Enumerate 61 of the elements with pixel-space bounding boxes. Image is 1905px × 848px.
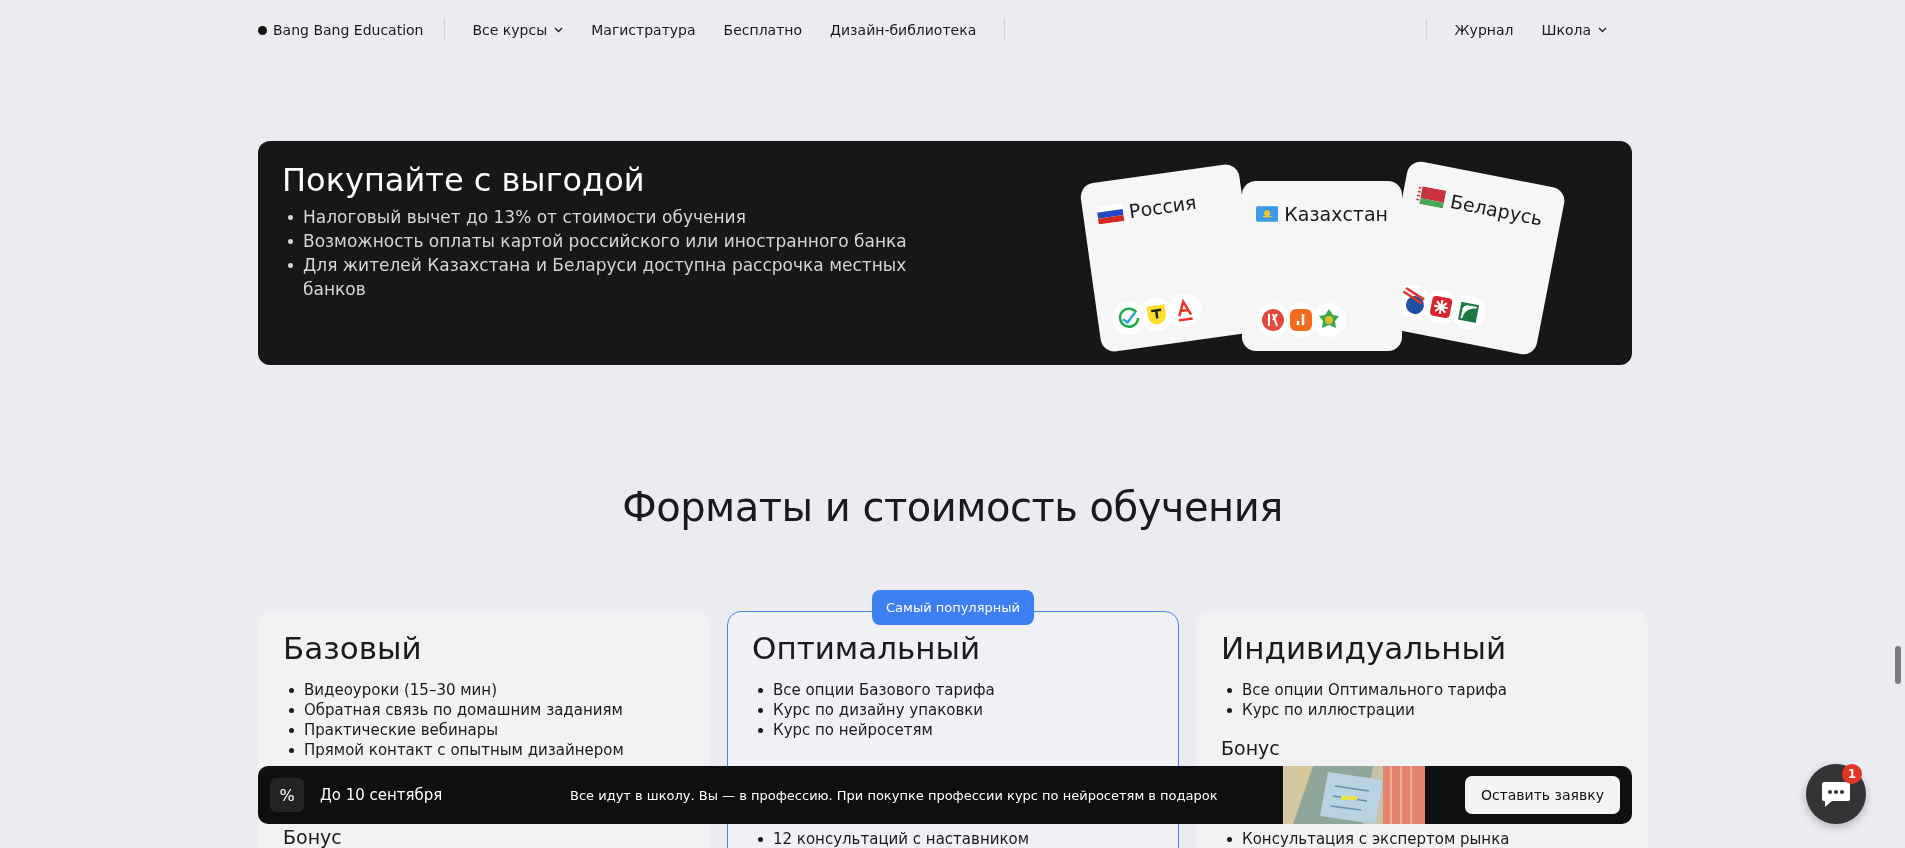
bullet-icon [289,708,294,713]
nav-link[interactable]: Журнал [1454,22,1514,38]
bonus-title: Бонус [283,827,343,847]
plan-feature: Консультация с экспертом рынка [1242,829,1510,848]
plan-feature: Курс по дизайну упаковки [773,700,984,720]
promo-point: Возможность оплаты картой российского или иностранного банка [303,230,907,253]
promo-point: Для жителей Казахстана и Беларуси доступна рассрочка местных банков [303,254,908,301]
flag-icon [1256,205,1279,223]
country-name: Беларусь [1448,190,1545,230]
plan-title: Базовый [283,630,423,666]
plan-title: Индивидуальный [1221,630,1508,666]
plan-title: Оптимальный [752,630,982,666]
plan-feature: Обратная связь по домашним заданиям [304,700,623,720]
plan-feature: Видеоуроки (15–30 мин) [304,680,497,700]
bullet-icon [289,748,294,753]
bullet-icon [1227,708,1232,713]
nav-link[interactable]: Школа [1541,22,1607,38]
promo-title: Покупайте с выгодой [282,161,646,199]
nav-link[interactable]: Дизайн-библиотека [830,22,977,38]
bullet-icon [288,239,293,244]
bonus-title: Бонус [1221,738,1281,758]
scrollbar-thumb[interactable] [1895,646,1901,684]
chat-icon [1821,780,1851,808]
plan-feature: Прямой контакт с опытным дизайнером [304,740,624,760]
bullet-icon [758,837,763,842]
bullet-icon [758,728,763,733]
bank-logo-icon [1312,303,1346,337]
plan-feature: 12 консультаций с наставником [773,829,1029,848]
unread-count: 1 [1842,764,1862,784]
flag-icon [1415,185,1447,209]
country-name: Казахстан [1284,203,1388,225]
plan-feature: Все опции Оптимального тарифа [1242,680,1508,700]
promo-point: Налоговый вычет до 13% от стоимости обучения [303,206,746,229]
plan-feature: Практические вебинары [304,720,499,740]
bullet-icon [758,708,763,713]
bullet-icon [1227,837,1232,842]
logo-dot-icon [258,25,267,35]
nav-link[interactable]: Магистратура [591,22,696,38]
offer-deadline: До 10 сентября [320,786,444,804]
plan-feature: Курс по нейросетям [773,720,933,740]
bullet-icon [758,688,763,693]
nav-link[interactable]: Бесплатно [723,22,803,38]
offer-message: Все идут в школу. Вы — в профессию. При покупке профессии курс по нейросетям в подарок [570,787,1219,803]
logo[interactable]: Bang Bang Education [273,22,424,38]
chevron-down-icon [1598,27,1607,33]
flag-icon [1096,203,1125,225]
percent-badge: % [270,778,304,812]
country-name: Россия [1127,190,1198,223]
section-title: Форматы и стоимость обучения [621,484,1284,530]
chat-button[interactable] [1806,764,1866,824]
submit-request-button[interactable]: Оставить заявку [1464,776,1620,814]
bullet-icon [289,688,294,693]
plan-feature: Все опции Базового тарифа [773,680,995,700]
nav-link[interactable]: Все курсы [472,22,564,38]
bullet-icon [289,728,294,733]
bullet-icon [288,215,293,220]
plan-feature: Курс по иллюстрации [1242,700,1415,720]
chevron-down-icon [554,27,564,33]
bullet-icon [288,263,293,268]
bullet-icon [1227,688,1232,693]
popular-badge: Самый популярный [872,590,1034,625]
